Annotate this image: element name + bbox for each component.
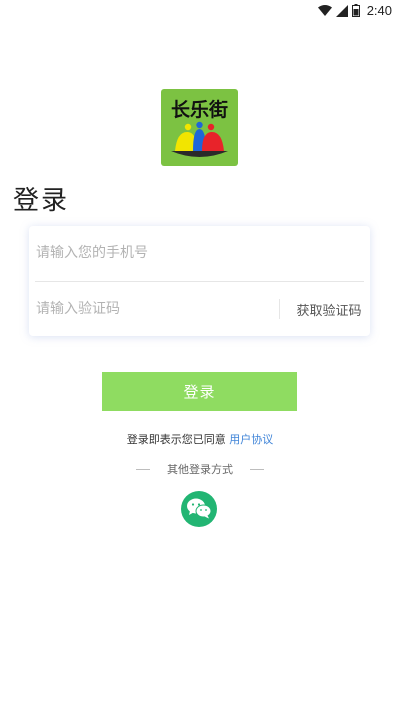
agreement-text: 登录即表示您已同意 用户协议	[0, 431, 400, 447]
divider-line-left	[136, 469, 150, 470]
agreement-prefix: 登录即表示您已同意	[126, 433, 226, 446]
user-agreement-link[interactable]: 用户协议	[229, 433, 273, 446]
page-title: 登录	[13, 186, 70, 216]
battery-icon	[351, 4, 360, 17]
app-logo: 长乐街	[161, 89, 238, 166]
code-separator	[279, 299, 280, 319]
divider-line-right	[250, 469, 264, 470]
phone-field-row	[29, 226, 370, 280]
wechat-icon	[186, 497, 212, 522]
logo-text: 长乐街	[171, 98, 228, 121]
other-login-section: 其他登录方式	[0, 461, 400, 477]
wechat-login-button[interactable]	[181, 491, 217, 527]
get-code-button[interactable]: 获取验证码	[291, 298, 367, 320]
login-button[interactable]: 登录	[102, 372, 297, 411]
phone-input[interactable]	[36, 238, 356, 268]
cell-signal-icon	[335, 4, 348, 17]
wifi-icon	[317, 4, 332, 17]
status-icons: 2:40	[317, 3, 392, 18]
status-time: 2:40	[366, 3, 392, 18]
code-field-row: 获取验证码	[29, 282, 370, 336]
status-bar: 2:40	[0, 0, 400, 24]
login-form: 获取验证码	[29, 226, 370, 336]
verification-code-input[interactable]	[36, 294, 266, 324]
login-screen: 2:40 长乐街 登录 获取验证码 登录 登录即表	[0, 0, 400, 711]
other-login-label: 其他登录方式	[167, 463, 233, 476]
